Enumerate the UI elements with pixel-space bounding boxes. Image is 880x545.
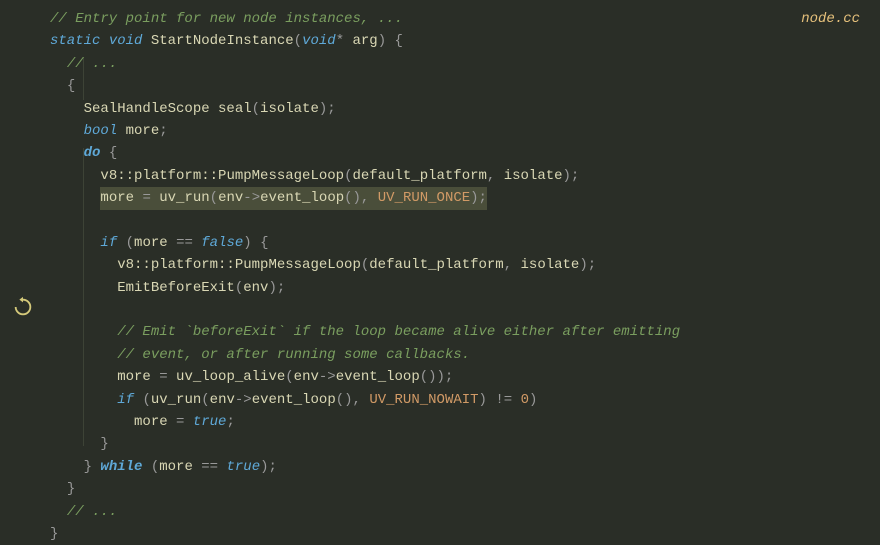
code-line: } while (more == true);: [50, 456, 880, 478]
indent-guide: [83, 58, 84, 100]
code-line: }: [50, 523, 880, 545]
code-line: v8::platform::PumpMessageLoop(default_pl…: [50, 254, 880, 276]
loop-arrow-icon: [12, 296, 34, 318]
code-line: more = uv_run(env->event_loop(), UV_RUN_…: [50, 187, 880, 209]
code-line: if (uv_run(env->event_loop(), UV_RUN_NOW…: [50, 389, 880, 411]
code-line: [50, 299, 880, 321]
code-line: }: [50, 478, 880, 500]
indent-guide: [83, 148, 84, 446]
highlighted-line: more = uv_run(env->event_loop(), UV_RUN_…: [100, 187, 487, 209]
code-line: do {: [50, 142, 880, 164]
code-line: // Emit `beforeExit` if the loop became …: [50, 321, 880, 343]
code-line: v8::platform::PumpMessageLoop(default_pl…: [50, 165, 880, 187]
code-line: // Entry point for new node instances, .…: [50, 8, 880, 30]
code-line: // ...: [50, 53, 880, 75]
code-line: more = uv_loop_alive(env->event_loop());: [50, 366, 880, 388]
code-line: // ...: [50, 501, 880, 523]
code-line: static void StartNodeInstance(void* arg)…: [50, 30, 880, 52]
code-line: bool more;: [50, 120, 880, 142]
filename-label: node.cc: [801, 8, 860, 30]
comment: // Entry point for new node instances, .…: [50, 11, 403, 27]
code-line: {: [50, 75, 880, 97]
code-line: }: [50, 433, 880, 455]
code-line: [50, 210, 880, 232]
code-line: EmitBeforeExit(env);: [50, 277, 880, 299]
code-line: // event, or after running some callback…: [50, 344, 880, 366]
code-line: if (more == false) {: [50, 232, 880, 254]
code-line: SealHandleScope seal(isolate);: [50, 98, 880, 120]
code-line: more = true;: [50, 411, 880, 433]
code-editor[interactable]: node.cc // Entry point for new node inst…: [0, 0, 880, 518]
